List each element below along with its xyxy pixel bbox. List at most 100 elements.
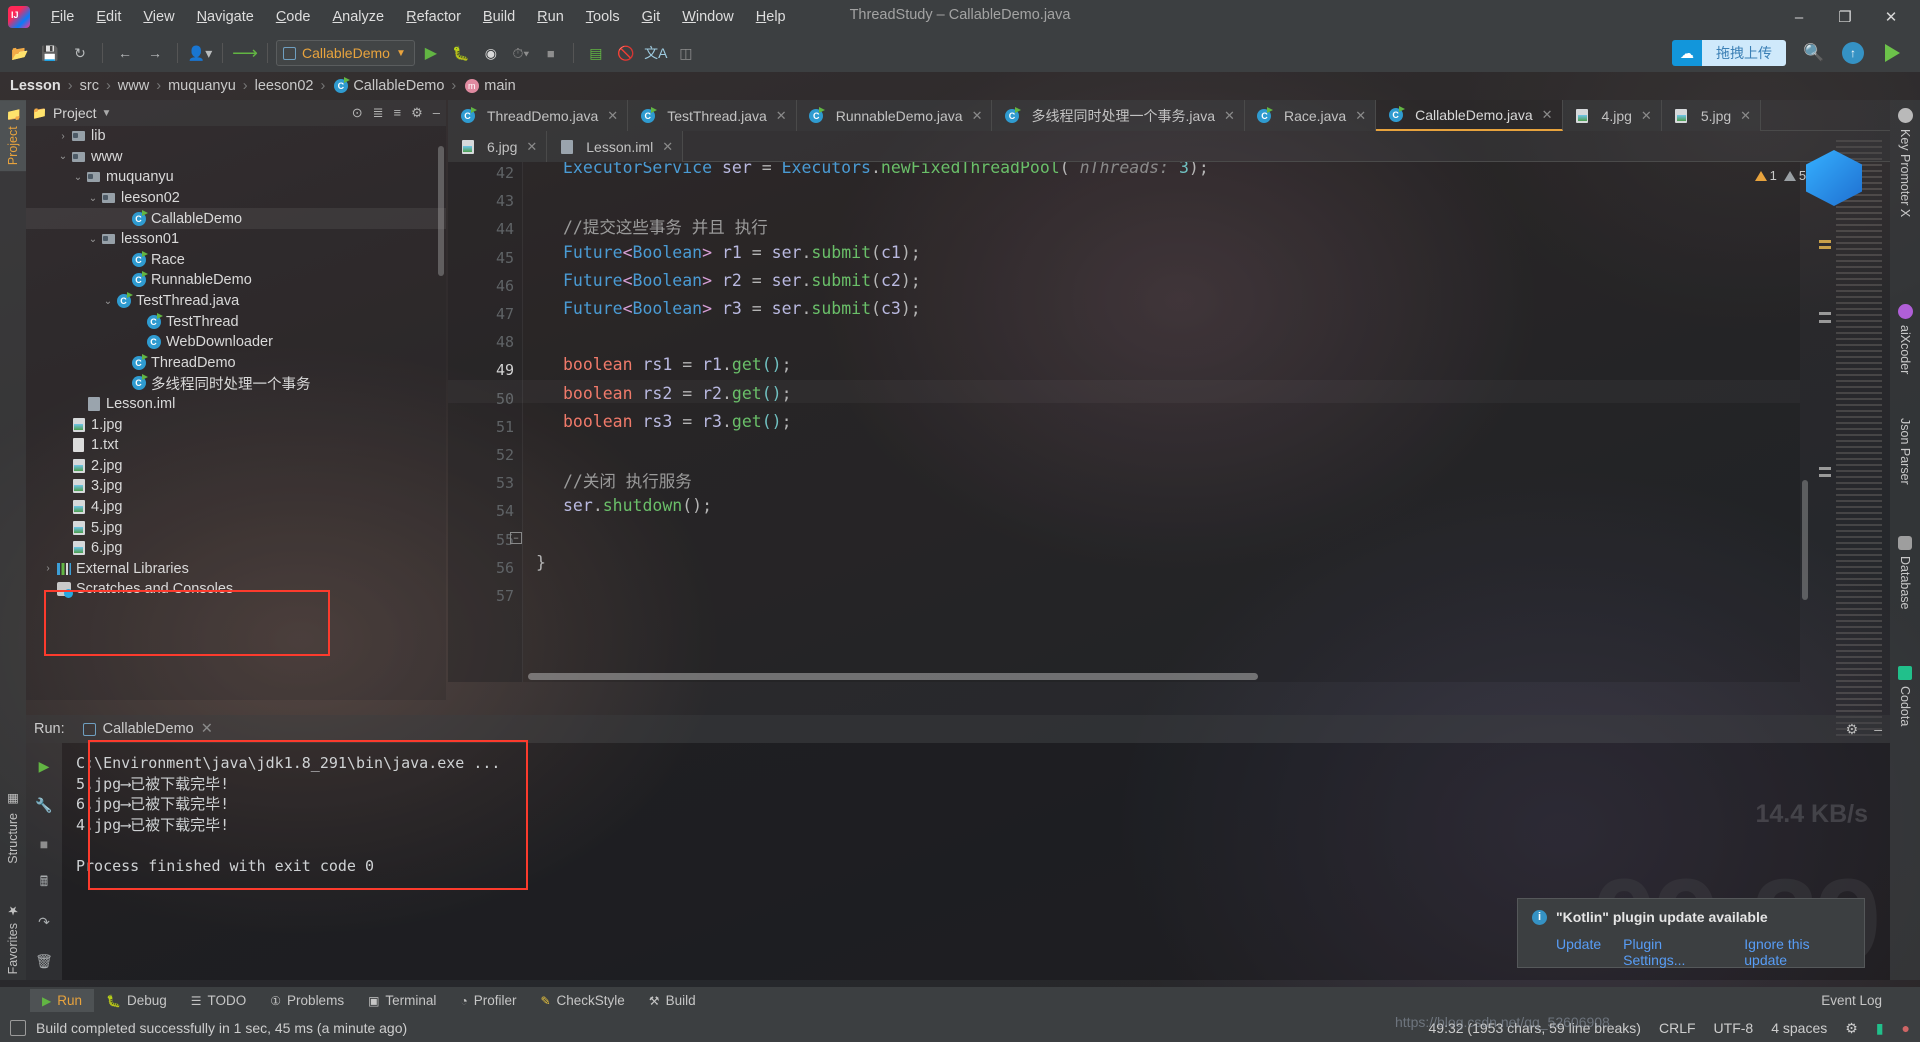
bottom-bar-item-debug[interactable]: 🐛 Debug: [94, 989, 179, 1012]
notification-link-ignorethisupdate[interactable]: Ignore this update: [1744, 936, 1850, 968]
minimize-button[interactable]: –: [1776, 0, 1822, 34]
code-line-46[interactable]: Future<Boolean> r2 = ser.submit(c2);: [528, 271, 921, 290]
chevron-down-icon[interactable]: ⌄: [101, 296, 115, 307]
breadcrumb-item-1[interactable]: src: [80, 78, 99, 94]
breadcrumb-item-6[interactable]: main: [484, 78, 515, 94]
sidebar-item-codota[interactable]: Codota: [1890, 660, 1920, 732]
sidebar-item-favorites[interactable]: Favorites ★: [0, 897, 26, 980]
menu-item-code[interactable]: Code: [265, 6, 322, 28]
notification-balloon[interactable]: i "Kotlin" plugin update available Updat…: [1517, 898, 1865, 968]
tree-node-race[interactable]: C Race: [26, 250, 446, 271]
sidebar-item-json-parser[interactable]: Json Parser: [1890, 412, 1920, 491]
tree-node-callabledemo[interactable]: C CallableDemo: [26, 208, 446, 229]
netdisk-upload-widget[interactable]: ☁ 拖拽上传: [1672, 40, 1786, 66]
wrench-icon[interactable]: 🔧: [33, 794, 55, 816]
locate-icon[interactable]: ⊙: [352, 105, 363, 121]
editor-tab-4.jpg[interactable]: 4.jpg ✕: [1562, 100, 1662, 131]
forward-arrow-icon[interactable]: →: [141, 39, 169, 67]
gear-icon[interactable]: ⚙: [411, 105, 423, 121]
bottom-bar-item-todo[interactable]: ☰ TODO: [179, 989, 259, 1012]
inspect-icon[interactable]: ◫: [672, 39, 700, 67]
menu-item-git[interactable]: Git: [631, 6, 672, 28]
editor-horizontal-scrollbar[interactable]: [528, 673, 1258, 680]
tree-node-6-jpg[interactable]: 6.jpg: [26, 538, 446, 559]
expand-all-icon[interactable]: ≣: [373, 105, 384, 121]
hide-icon[interactable]: –: [433, 105, 440, 121]
save-icon[interactable]: 💾: [36, 39, 64, 67]
close-icon[interactable]: ✕: [1542, 107, 1553, 123]
menu-item-edit[interactable]: Edit: [85, 6, 132, 28]
bottom-bar-item-event-log[interactable]: Event Log: [1809, 989, 1894, 1012]
tree-node-lib[interactable]: › lib: [26, 126, 446, 147]
sidebar-item-project[interactable]: Project 📁: [0, 100, 26, 172]
menu-item-run[interactable]: Run: [526, 6, 575, 28]
tree-node-testthread[interactable]: C TestThread: [26, 311, 446, 332]
bottom-bar-item-terminal[interactable]: ▣ Terminal: [356, 989, 448, 1012]
breadcrumb-item-4[interactable]: leeson02: [255, 78, 314, 94]
tree-node-leeson02[interactable]: ⌄ leeson02: [26, 188, 446, 209]
chevron-down-icon[interactable]: ⌄: [86, 193, 100, 204]
tree-node-1-txt[interactable]: 1.txt: [26, 435, 446, 456]
analyze-icon[interactable]: ▤: [582, 39, 610, 67]
search-icon[interactable]: 🔍: [1800, 39, 1828, 67]
tree-node-www[interactable]: ⌄ www: [26, 147, 446, 168]
no-entry-icon[interactable]: 🚫: [612, 39, 640, 67]
line-separator[interactable]: CRLF: [1659, 1020, 1696, 1036]
menu-item-tools[interactable]: Tools: [575, 6, 631, 28]
notification-bell-icon[interactable]: ●: [1902, 1020, 1910, 1036]
marker-warning[interactable]: [1819, 246, 1831, 249]
bottom-bar-item-profiler[interactable]: ◔ Profiler: [448, 989, 528, 1012]
editor-tab-runnabledemo.java[interactable]: C RunnableDemo.java ✕: [796, 100, 993, 131]
code-line-53[interactable]: //关闭 执行服务: [528, 468, 692, 492]
code-line-54[interactable]: ser.shutdown();: [528, 496, 712, 515]
notification-link-update[interactable]: Update: [1556, 936, 1601, 968]
tree-node------------[interactable]: C 多线程同时处理一个事务: [26, 373, 446, 394]
marker-weak-warning[interactable]: [1819, 474, 1831, 477]
menu-item-file[interactable]: File: [40, 6, 85, 28]
tree-node-webdownloader[interactable]: C WebDownloader: [26, 332, 446, 353]
terminal-icon[interactable]: ▮: [1876, 1020, 1884, 1037]
editor-vertical-scrollbar[interactable]: [1802, 480, 1808, 600]
collapse-all-icon[interactable]: ≡: [394, 105, 402, 121]
gear-icon[interactable]: ⚙: [1846, 721, 1859, 738]
menu-item-window[interactable]: Window: [671, 6, 745, 28]
chevron-right-icon[interactable]: ›: [56, 131, 70, 142]
sidebar-item-database[interactable]: Database: [1890, 530, 1920, 616]
tree-node-muquanyu[interactable]: ⌄ muquanyu: [26, 167, 446, 188]
stop-icon[interactable]: ■: [537, 39, 565, 67]
close-icon[interactable]: ✕: [1355, 108, 1366, 124]
update-project-icon[interactable]: ⟶: [231, 39, 259, 67]
close-button[interactable]: ✕: [1868, 0, 1914, 34]
code-line-44[interactable]: //提交这些事务 并且 执行: [528, 214, 768, 238]
maximize-button[interactable]: ❐: [1822, 0, 1868, 34]
user-icon[interactable]: 👤▾: [186, 39, 214, 67]
editor-tab-6.jpg[interactable]: 6.jpg ✕: [448, 131, 548, 162]
tree-node-testthread-java[interactable]: ⌄ C TestThread.java: [26, 291, 446, 312]
editor-tab-threaddemo.java[interactable]: C ThreadDemo.java ✕: [448, 100, 629, 131]
run-icon[interactable]: ▶: [417, 39, 445, 67]
tree-node-scratches-and-consoles[interactable]: Scratches and Consoles: [26, 579, 446, 600]
editor-tab-.java[interactable]: C 多线程同时处理一个事务.java ✕: [992, 100, 1245, 131]
breadcrumb-item-0[interactable]: Lesson: [10, 78, 61, 94]
bottom-bar-item-build[interactable]: ⚒ Build: [637, 989, 708, 1012]
menu-item-help[interactable]: Help: [745, 6, 797, 28]
sidebar-item-structure[interactable]: Structure ▦: [0, 787, 26, 870]
codota-icon[interactable]: [1878, 39, 1906, 67]
upload-icon[interactable]: ↑: [1842, 42, 1864, 64]
profile-icon[interactable]: ⏱▾: [507, 39, 535, 67]
print-icon[interactable]: 🖩: [33, 872, 55, 894]
tree-node-3-jpg[interactable]: 3.jpg: [26, 476, 446, 497]
tree-node-lesson-iml[interactable]: Lesson.iml: [26, 394, 446, 415]
project-tree[interactable]: › lib ⌄ www ⌄ muquanyu ⌄ leeson02 C CallableDemo ⌄…: [26, 126, 446, 700]
translate-icon[interactable]: 文A: [642, 39, 670, 67]
menu-item-build[interactable]: Build: [472, 6, 526, 28]
tree-node-4-jpg[interactable]: 4.jpg: [26, 497, 446, 518]
code-line-47[interactable]: Future<Boolean> r3 = ser.submit(c3);: [528, 299, 921, 318]
code-line-56[interactable]: }: [528, 553, 546, 572]
tree-node-external-libraries[interactable]: › External Libraries: [26, 558, 446, 579]
notification-link-pluginsettings[interactable]: Plugin Settings...: [1623, 936, 1722, 968]
trash-icon[interactable]: 🗑: [33, 950, 55, 972]
export-icon[interactable]: ↷: [33, 911, 55, 933]
menu-item-analyze[interactable]: Analyze: [322, 6, 396, 28]
code-line-45[interactable]: Future<Boolean> r1 = ser.submit(c1);: [528, 243, 921, 262]
